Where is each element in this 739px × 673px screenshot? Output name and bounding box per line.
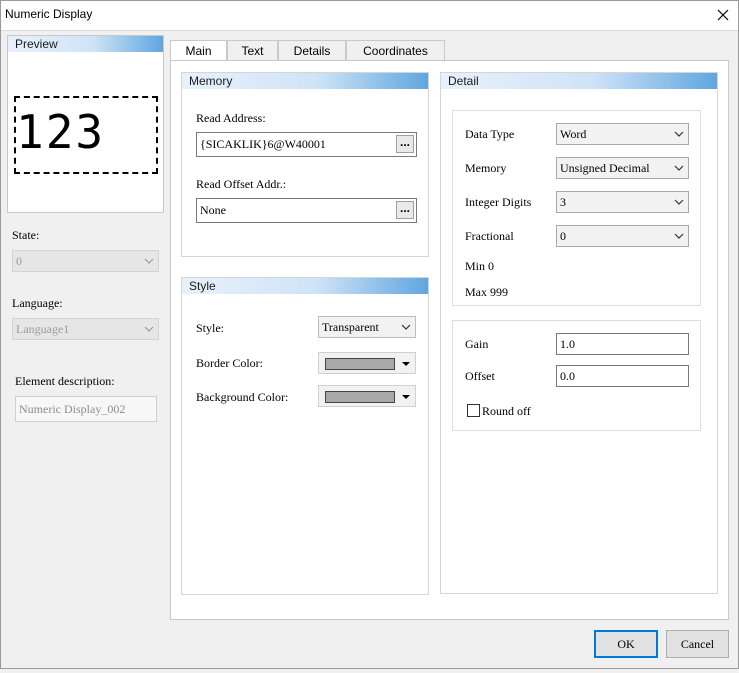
style-label: Style: bbox=[196, 321, 225, 335]
data-type-label: Data Type bbox=[465, 127, 515, 141]
style-select[interactable]: Transparent bbox=[318, 316, 416, 338]
integer-digits-label: Integer Digits bbox=[465, 195, 532, 209]
read-address-label: Read Address: bbox=[196, 111, 266, 125]
state-select[interactable]: 0 bbox=[12, 250, 159, 272]
gain-input[interactable]: 1.0 bbox=[556, 333, 689, 355]
background-color-picker[interactable] bbox=[318, 385, 416, 407]
border-color-picker[interactable] bbox=[318, 352, 416, 374]
state-value: 0 bbox=[16, 254, 22, 268]
read-address-browse-button[interactable]: ... bbox=[396, 135, 414, 153]
language-value: Language1 bbox=[16, 322, 70, 336]
integer-digits-select[interactable]: 3 bbox=[556, 191, 689, 213]
element-description-label: Element description: bbox=[15, 374, 115, 388]
caret-down-icon bbox=[402, 395, 410, 399]
min-value-text: Min 0 bbox=[465, 259, 495, 273]
read-address-input[interactable]: {SICAKLIK}6@W40001 ... bbox=[196, 132, 417, 157]
chevron-down-icon bbox=[144, 326, 154, 332]
tab-text[interactable]: Text bbox=[227, 40, 278, 60]
read-offset-value: None bbox=[200, 203, 226, 217]
border-color-label: Border Color: bbox=[196, 356, 263, 370]
background-color-swatch bbox=[325, 391, 395, 403]
preview-panel: Preview 123 bbox=[7, 35, 164, 213]
tab-coordinates[interactable]: Coordinates bbox=[346, 40, 445, 60]
close-button[interactable] bbox=[709, 2, 737, 28]
memory-format-label: Memory bbox=[465, 161, 507, 175]
gain-label: Gain bbox=[465, 337, 489, 351]
chevron-down-icon bbox=[674, 199, 684, 205]
close-icon bbox=[717, 9, 729, 21]
state-label: State: bbox=[12, 228, 40, 242]
background-color-label: Background Color: bbox=[196, 390, 289, 404]
ok-button[interactable]: OK bbox=[594, 630, 658, 658]
language-select[interactable]: Language1 bbox=[12, 318, 159, 340]
memory-header: Memory bbox=[182, 73, 428, 89]
chevron-down-icon bbox=[674, 233, 684, 239]
language-label: Language: bbox=[12, 296, 63, 310]
data-type-select[interactable]: Word bbox=[556, 123, 689, 145]
memory-format-value: Unsigned Decimal bbox=[560, 161, 650, 175]
title-bar bbox=[0, 0, 739, 31]
integer-digits-value: 3 bbox=[560, 195, 566, 209]
read-offset-label: Read Offset Addr.: bbox=[196, 177, 287, 191]
detail-header: Detail bbox=[441, 73, 717, 89]
chevron-down-icon bbox=[674, 165, 684, 171]
fractional-label: Fractional bbox=[465, 229, 514, 243]
preview-header: Preview bbox=[8, 36, 163, 52]
tab-main[interactable]: Main bbox=[170, 40, 227, 60]
round-off-label: Round off bbox=[482, 404, 531, 418]
fractional-value: 0 bbox=[560, 229, 566, 243]
preview-canvas: 123 bbox=[14, 96, 158, 174]
max-value-text: Max 999 bbox=[465, 285, 508, 299]
memory-group: Memory bbox=[181, 72, 429, 257]
window-title: Numeric Display bbox=[5, 7, 93, 21]
preview-value: 123 bbox=[16, 105, 106, 159]
read-address-value: {SICAKLIK}6@W40001 bbox=[200, 137, 326, 151]
caret-down-icon bbox=[402, 362, 410, 366]
chevron-down-icon bbox=[144, 258, 154, 264]
style-header: Style bbox=[182, 278, 428, 294]
element-description-input[interactable]: Numeric Display_002 bbox=[15, 396, 157, 422]
read-offset-browse-button[interactable]: ... bbox=[396, 201, 414, 219]
chevron-down-icon bbox=[674, 131, 684, 137]
fractional-select[interactable]: 0 bbox=[556, 225, 689, 247]
data-type-value: Word bbox=[560, 127, 587, 141]
tab-details[interactable]: Details bbox=[278, 40, 346, 60]
offset-label: Offset bbox=[465, 369, 495, 383]
memory-format-select[interactable]: Unsigned Decimal bbox=[556, 157, 689, 179]
round-off-checkbox[interactable] bbox=[467, 404, 480, 417]
cancel-button[interactable]: Cancel bbox=[666, 630, 729, 658]
offset-input[interactable]: 0.0 bbox=[556, 365, 689, 387]
chevron-down-icon bbox=[401, 324, 411, 330]
border-color-swatch bbox=[325, 358, 395, 370]
read-offset-input[interactable]: None ... bbox=[196, 198, 417, 223]
style-value: Transparent bbox=[322, 320, 379, 334]
